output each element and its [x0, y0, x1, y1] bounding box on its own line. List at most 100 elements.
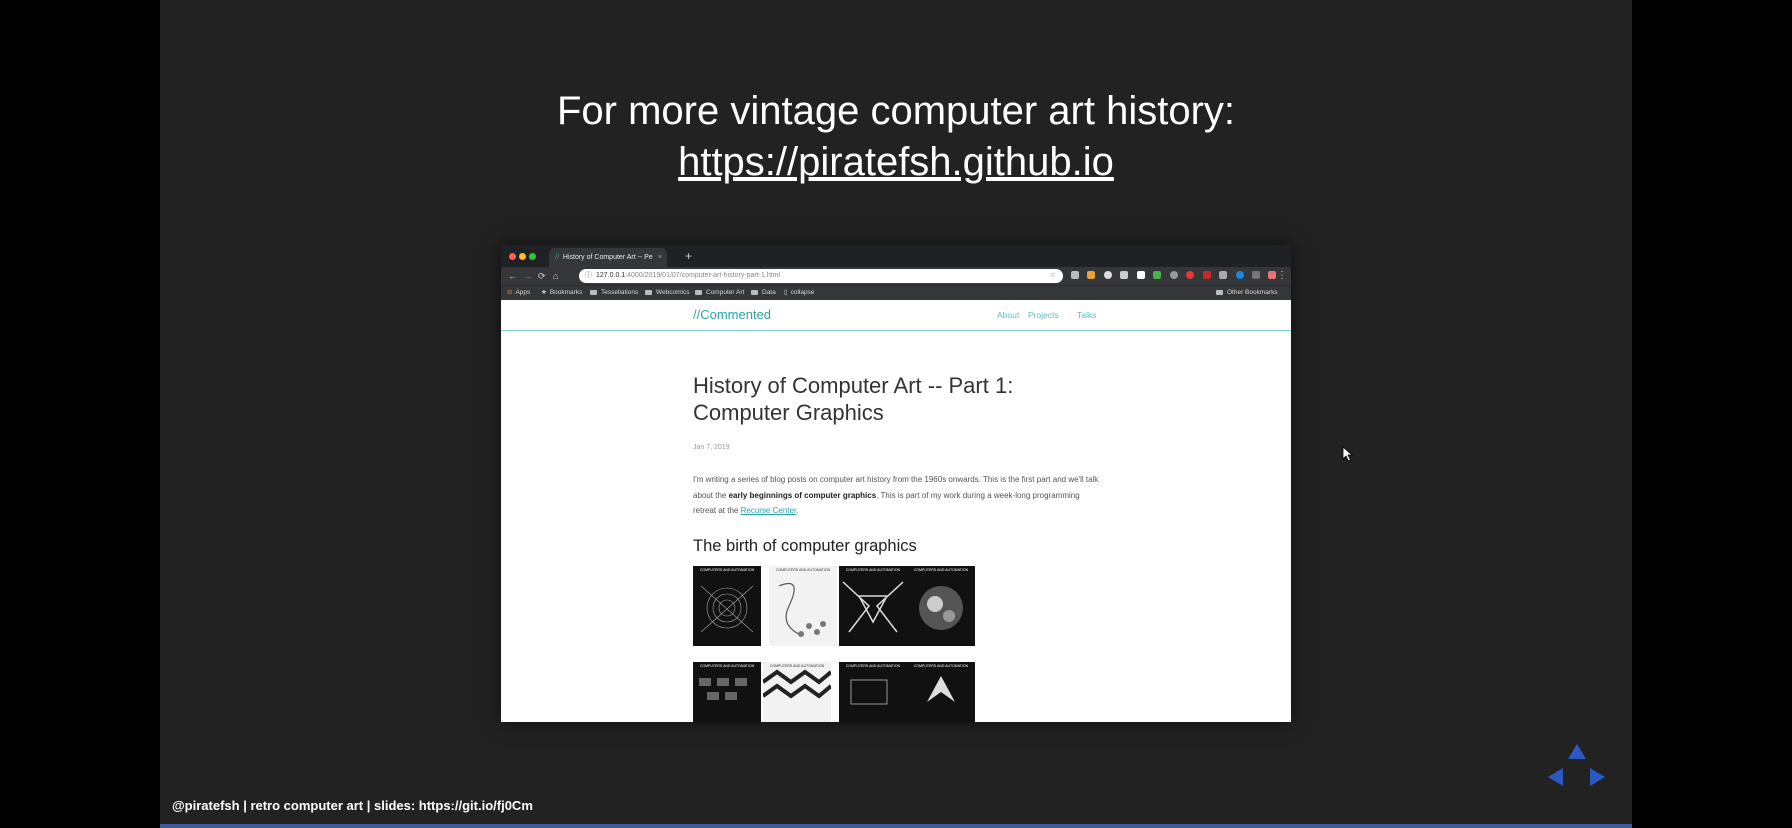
nav-link-projects[interactable]: Projects	[1028, 309, 1059, 321]
bookmark-label: Tessellations	[601, 289, 639, 296]
profile-avatar-icon[interactable]	[1268, 271, 1277, 279]
cover-caption: COMPUTERS AND AUTOMATION	[845, 664, 901, 668]
extension-icon[interactable]	[1202, 271, 1211, 279]
bookmark-label: Bookmarks	[549, 289, 583, 296]
magazine-cover-image[interactable]: COMPUTERS AND AUTOMATION	[839, 566, 907, 646]
apps-grid-icon: ⊞	[507, 289, 513, 296]
footer-progress-bar	[160, 824, 1632, 828]
cover-art	[699, 678, 747, 700]
bookmark-computer-art[interactable]: Computer Art	[695, 286, 744, 300]
bookmark-label: Computer Art	[706, 289, 745, 296]
mouse-pointer-icon	[1342, 446, 1354, 462]
cover-caption: COMPUTERS AND AUTOMATION	[699, 664, 755, 668]
magazine-cover-image[interactable]: COMPUTERS AND AUTOMATION	[693, 566, 761, 646]
post-date: Jan 7, 2019	[693, 444, 730, 451]
home-icon[interactable]: ⌂	[553, 269, 558, 283]
bookmark-other[interactable]: Other Bookmarks	[1216, 286, 1278, 300]
bookmark-bookmarks[interactable]: ★ Bookmarks	[541, 286, 582, 300]
bookmark-label: Other Bookmarks	[1227, 289, 1278, 296]
cover-caption: COMPUTERS AND AUTOMATION	[913, 664, 969, 668]
intro-text: .	[796, 506, 799, 515]
extension-icon[interactable]	[1153, 271, 1162, 279]
slide-link[interactable]: https://piratefsh.github.io	[678, 140, 1114, 184]
site-logo[interactable]: //Commented	[693, 307, 771, 323]
bookmark-apps[interactable]: ⊞ Apps	[507, 286, 530, 300]
slide: For more vintage computer art history: h…	[160, 0, 1632, 828]
browser-toolbar: ← → ⟳ ⌂ ⓘ 127.0.0.1:4000/2019/01/07/compu…	[501, 267, 1291, 285]
extension-icons	[1071, 271, 1280, 281]
magazine-cover-image[interactable]: COMPUTERS AND AUTOMATION	[769, 566, 837, 646]
magazine-cover-image[interactable]: COMPUTERS AND AUTOMATION	[839, 662, 907, 722]
nav-up-arrow-icon[interactable]	[1568, 744, 1586, 759]
tab-close-icon[interactable]: ×	[658, 248, 662, 267]
section-heading: The birth of computer graphics	[693, 537, 917, 555]
bookmark-collapse[interactable]: ▯ collapse	[784, 286, 814, 300]
recurse-center-link[interactable]: Recurse Center	[741, 506, 797, 515]
page-icon: ▯	[784, 289, 788, 296]
slide-link-line: https://piratefsh.github.io	[160, 137, 1632, 187]
bookmark-data[interactable]: Data	[751, 286, 776, 300]
cover-caption: COMPUTERS AND AUTOMATION	[769, 664, 825, 668]
new-tab-button[interactable]: +	[685, 248, 692, 264]
slide-footer: @piratefsh | retro computer art | slides…	[172, 798, 533, 813]
nav-link-talks[interactable]: Talks	[1077, 309, 1096, 321]
bookmark-label: collapse	[790, 289, 815, 296]
cover-art	[763, 669, 831, 699]
extension-icon[interactable]	[1103, 271, 1112, 279]
extension-icon[interactable]	[1169, 271, 1178, 279]
url-path: :4000/2019/01/07/computer-art-history-pa…	[625, 272, 781, 279]
tab-favicon-icon: //	[555, 254, 559, 261]
post-title: History of Computer Art -- Part 1: Compu…	[693, 373, 1014, 425]
folder-icon	[751, 289, 758, 295]
reload-icon[interactable]: ⟳	[538, 269, 546, 283]
intro-bold-text: early beginnings of computer graphics	[728, 490, 877, 500]
browser-tab[interactable]: //History of Computer Art -- Pe ×	[549, 248, 667, 267]
folder-icon	[1216, 289, 1223, 295]
slide-title: For more vintage computer art history:	[556, 89, 1236, 133]
magazine-cover-image[interactable]: COMPUTERS AND AUTOMATION	[907, 566, 975, 646]
extension-icon[interactable]	[1251, 271, 1260, 279]
folder-icon	[590, 289, 597, 295]
bookmark-label: Apps	[515, 289, 531, 296]
nav-link-about[interactable]: About	[997, 309, 1019, 321]
extension-icon[interactable]	[1186, 271, 1195, 279]
cover-art	[778, 582, 826, 637]
magazine-cover-image[interactable]: COMPUTERS AND AUTOMATION	[907, 662, 975, 722]
cover-art	[700, 585, 754, 633]
nav-prev-arrow-icon[interactable]	[1548, 768, 1563, 786]
cover-caption: COMPUTERS AND AUTOMATION	[775, 568, 831, 572]
forward-arrow-icon[interactable]: →	[523, 269, 532, 283]
magazine-cover-gallery: COMPUTERS AND AUTOMATION COMPUTERS AND A…	[693, 566, 983, 722]
url-host: 127.0.0.1	[596, 272, 626, 279]
folder-icon	[645, 289, 652, 295]
back-arrow-icon[interactable]: ←	[508, 269, 517, 283]
extension-icon[interactable]	[1120, 271, 1129, 279]
extension-icon[interactable]	[1087, 271, 1096, 279]
extension-icon[interactable]	[1071, 271, 1079, 279]
web-page: //Commented About Projects Talks History…	[501, 300, 1291, 722]
minimize-window-dot[interactable]	[519, 253, 526, 260]
browser-menu-icon[interactable]: ⋮	[1277, 269, 1287, 283]
bookmark-tessellations[interactable]: Tessellations	[590, 286, 638, 300]
browser-screenshot: //History of Computer Art -- Pe × + ← → …	[501, 245, 1291, 722]
cover-art	[842, 581, 904, 633]
cover-art	[927, 676, 955, 702]
post-intro: I'm writing a series of blog posts on co…	[693, 472, 1099, 519]
nav-next-arrow-icon[interactable]	[1590, 768, 1605, 786]
cover-caption: COMPUTERS AND AUTOMATION	[845, 568, 901, 572]
close-window-dot[interactable]	[509, 253, 516, 260]
bookmark-star-icon[interactable]: ☆	[1050, 269, 1056, 283]
cover-art	[850, 679, 888, 705]
address-bar[interactable]: ⓘ 127.0.0.1:4000/2019/01/07/computer-art-…	[579, 269, 1063, 283]
magazine-cover-image[interactable]: COMPUTERS AND AUTOMATION	[763, 662, 831, 722]
slide-navigation	[1548, 744, 1608, 794]
extension-icon[interactable]	[1235, 271, 1244, 279]
info-icon[interactable]: ⓘ	[585, 272, 592, 279]
cover-caption: COMPUTERS AND AUTOMATION	[913, 568, 969, 572]
bookmark-webcomics[interactable]: Webcomics	[645, 286, 689, 300]
extension-icon[interactable]	[1136, 271, 1145, 279]
magazine-cover-image[interactable]: COMPUTERS AND AUTOMATION	[693, 662, 761, 722]
bookmarks-bar: ⊞ Apps ★ Bookmarks Tessellations Webcomics…	[501, 285, 1291, 300]
extension-icon[interactable]	[1219, 271, 1228, 279]
maximize-window-dot[interactable]	[529, 253, 536, 260]
